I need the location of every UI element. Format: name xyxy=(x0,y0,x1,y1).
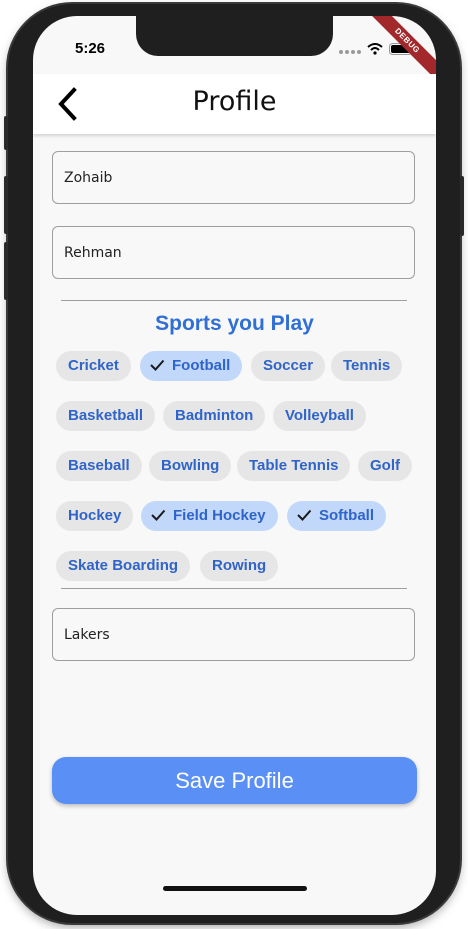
check-icon xyxy=(151,509,166,521)
chip-label: Cricket xyxy=(68,357,119,374)
last-name-field[interactable]: Rehman xyxy=(52,226,415,279)
first-name-field[interactable]: Zohaib xyxy=(52,151,415,204)
signal-icon xyxy=(339,42,361,60)
chip-label: Volleyball xyxy=(285,407,354,424)
chip-volleyball[interactable]: Volleyball xyxy=(273,401,366,431)
check-icon xyxy=(150,359,165,371)
chip-soccer[interactable]: Soccer xyxy=(251,351,326,381)
chip-label: Football xyxy=(172,357,231,374)
chip-label: Soccer xyxy=(263,357,314,374)
chip-label: Field Hockey xyxy=(173,507,266,524)
mute-switch xyxy=(4,116,8,150)
save-profile-button[interactable]: Save Profile xyxy=(52,757,417,804)
chip-football[interactable]: Football xyxy=(140,351,243,381)
chip-label: Baseball xyxy=(68,457,130,474)
chip-label: Table Tennis xyxy=(249,457,339,474)
chip-label: Rowing xyxy=(212,557,267,574)
volume-up-button xyxy=(4,176,8,234)
page-title: Profile xyxy=(192,86,277,117)
chip-skate-boarding[interactable]: Skate Boarding xyxy=(56,551,191,581)
divider-bottom xyxy=(61,588,407,589)
chip-softball[interactable]: Softball xyxy=(287,501,386,531)
chip-cricket[interactable]: Cricket xyxy=(56,351,131,381)
chip-label: Basketball xyxy=(68,407,144,424)
wifi-icon xyxy=(367,42,383,60)
power-button xyxy=(460,176,464,236)
check-icon xyxy=(297,509,312,521)
team-field[interactable]: Lakers xyxy=(52,608,415,661)
chip-bowling[interactable]: Bowling xyxy=(149,451,232,481)
chip-tennis[interactable]: Tennis xyxy=(331,351,403,381)
chip-label: Tennis xyxy=(343,357,391,374)
app-screen: 5:26 DEBUG Profile Zohaib Rehman Sports … xyxy=(33,16,436,915)
chip-golf[interactable]: Golf xyxy=(358,451,412,481)
chip-label: Golf xyxy=(370,457,400,474)
chip-label: Skate Boarding xyxy=(68,557,179,574)
first-name-value: Zohaib xyxy=(64,170,113,186)
status-time: 5:26 xyxy=(75,40,106,57)
chip-label: Hockey xyxy=(68,507,122,524)
chip-field-hockey[interactable]: Field Hockey xyxy=(141,501,278,531)
chip-basketball[interactable]: Basketball xyxy=(56,401,156,431)
sports-section-title: Sports you Play xyxy=(155,312,314,335)
chip-label: Badminton xyxy=(175,407,254,424)
chip-baseball[interactable]: Baseball xyxy=(56,451,142,481)
team-value: Lakers xyxy=(64,627,110,643)
chip-table-tennis[interactable]: Table Tennis xyxy=(237,451,351,481)
chip-badminton[interactable]: Badminton xyxy=(163,401,266,431)
volume-down-button xyxy=(4,242,8,300)
chip-label: Softball xyxy=(319,507,374,524)
chip-hockey[interactable]: Hockey xyxy=(56,501,134,531)
chip-rowing[interactable]: Rowing xyxy=(200,551,279,581)
chip-label: Bowling xyxy=(161,457,220,474)
last-name-value: Rehman xyxy=(64,245,122,261)
home-indicator xyxy=(163,886,307,891)
device-notch xyxy=(136,16,333,56)
app-bar: Profile xyxy=(33,74,436,134)
divider-top xyxy=(61,300,407,301)
